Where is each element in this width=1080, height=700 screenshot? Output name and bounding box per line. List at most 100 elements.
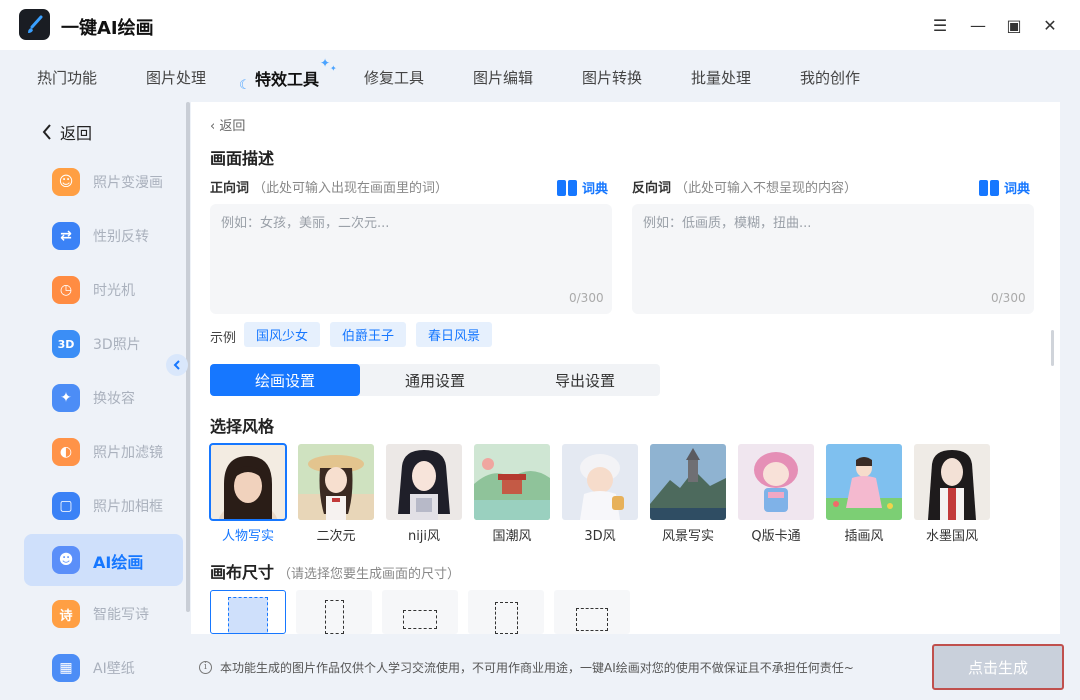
sidebar-item-label: AI绘画 <box>93 553 144 572</box>
style-label: 人物写实 <box>221 529 274 544</box>
sidebar-item-time-machine[interactable]: ◷ 时光机 <box>24 264 183 316</box>
description-title: 画面描述 <box>210 149 275 168</box>
nav-image-processing[interactable]: 图片处理 <box>146 67 206 88</box>
close-icon[interactable]: ✕ <box>1038 13 1062 37</box>
canvas-size-option-wide[interactable] <box>554 590 630 634</box>
style-thumbnail <box>562 444 638 520</box>
settings-tabs: 绘画设置 通用设置 导出设置 <box>210 364 660 396</box>
canvas-size-option-landscape[interactable] <box>382 590 458 634</box>
style-label: 3D风 <box>584 529 616 544</box>
sidebar-item-label: 时光机 <box>93 283 135 299</box>
style-label: 水墨国风 <box>925 529 978 544</box>
example-chip[interactable]: 伯爵王子 <box>330 322 407 347</box>
style-card-anime[interactable]: 二次元 <box>298 444 374 544</box>
positive-prompt-input[interactable] <box>210 204 612 314</box>
tab-export-settings[interactable]: 导出设置 <box>510 364 660 396</box>
generate-button[interactable]: 点击生成 <box>932 644 1064 690</box>
gender-swap-icon: ⇄ <box>52 222 80 250</box>
makeup-icon: ✦ <box>52 384 80 412</box>
tab-general-settings[interactable]: 通用设置 <box>360 364 510 396</box>
style-thumbnail <box>298 444 374 520</box>
positive-dictionary-button[interactable]: 词典 <box>557 178 608 197</box>
sidebar-scrollbar[interactable] <box>186 102 190 612</box>
poem-icon: 诗 <box>52 600 80 628</box>
positive-prompt-label: 正向词 （此处可输入出现在画面里的词） <box>210 177 448 196</box>
negative-dictionary-button[interactable]: 词典 <box>979 178 1030 197</box>
sidebar-back-button[interactable]: 返回 <box>42 120 92 144</box>
sidebar-item-photo-to-cartoon[interactable]: ☺ 照片变漫画 <box>24 156 183 208</box>
book-icon <box>979 179 999 196</box>
app-logo-icon <box>19 9 50 40</box>
nav-image-edit[interactable]: 图片编辑 <box>473 67 533 88</box>
tab-drawing-settings[interactable]: 绘画设置 <box>210 364 360 396</box>
nav-my-creations[interactable]: 我的创作 <box>800 67 860 88</box>
canvas-size-option-tall[interactable] <box>468 590 544 634</box>
dictionary-label: 词典 <box>1004 182 1031 197</box>
style-card-guochao[interactable]: 国潮风 <box>474 444 550 544</box>
nav-hot-features[interactable]: 热门功能 <box>37 67 97 88</box>
style-label: 国潮风 <box>492 529 532 544</box>
filter-icon: ◐ <box>52 438 80 466</box>
canvas-size-option-portrait[interactable] <box>296 590 372 634</box>
cartoon-face-icon: ☺ <box>52 168 80 196</box>
minimize-icon[interactable]: — <box>966 13 990 37</box>
sparkle-small-icon: ✦ <box>330 64 337 73</box>
style-title: 选择风格 <box>210 417 275 436</box>
negative-label-text: 反向词 <box>632 181 672 196</box>
style-thumbnail <box>826 444 902 520</box>
3d-photo-icon: 3D <box>52 330 80 358</box>
frame-icon: ▢ <box>52 492 80 520</box>
sidebar-item-poem[interactable]: 诗 智能写诗 <box>24 588 183 640</box>
style-card-illustration[interactable]: 插画风 <box>826 444 902 544</box>
collapse-sidebar-button[interactable] <box>166 354 188 376</box>
style-card-ink-wash[interactable]: 水墨国风 <box>914 444 990 544</box>
style-thumbnail <box>650 444 726 520</box>
info-icon: i <box>199 661 212 674</box>
nav-repair-tools[interactable]: 修复工具 <box>364 67 424 88</box>
nav-image-convert[interactable]: 图片转换 <box>582 67 642 88</box>
canvas-size-option-square[interactable] <box>210 590 286 634</box>
maximize-icon[interactable]: ▣ <box>1002 13 1026 37</box>
sidebar-item-label: 换妆容 <box>93 391 135 407</box>
sidebar-item-label: 3D照片 <box>93 337 141 353</box>
size-shape <box>495 602 518 634</box>
style-card-3d[interactable]: 3D风 <box>562 444 638 544</box>
chevron-left-icon <box>173 360 180 370</box>
style-card-landscape[interactable]: 风景写实 <box>650 444 726 544</box>
crescent-icon: ☾ <box>239 78 251 93</box>
negative-hint: （此处可输入不想呈现的内容） <box>675 181 858 196</box>
sidebar-item-frame[interactable]: ▢ 照片加相框 <box>24 480 183 532</box>
sidebar-item-makeup[interactable]: ✦ 换妆容 <box>24 372 183 424</box>
main-scrollbar[interactable] <box>1051 330 1054 366</box>
style-thumbnail <box>386 444 462 520</box>
positive-label-text: 正向词 <box>210 181 250 196</box>
sidebar-item-gender-swap[interactable]: ⇄ 性别反转 <box>24 210 183 262</box>
size-shape <box>325 600 344 634</box>
nav-batch-process[interactable]: 批量处理 <box>691 67 751 88</box>
ai-paint-icon: ☻ <box>52 546 80 574</box>
menu-icon[interactable]: ☰ <box>928 13 952 37</box>
sparkle-icon: ✦ <box>320 56 331 70</box>
sidebar-item-filter[interactable]: ◐ 照片加滤镜 <box>24 426 183 478</box>
sidebar-item-wallpaper[interactable]: ▦ AI壁纸 <box>24 642 183 694</box>
inner-back-label: 返回 <box>219 119 246 134</box>
style-card-chibi[interactable]: Q版卡通 <box>738 444 814 544</box>
canvas-size-hint: （请选择您要生成画面的尺寸） <box>278 567 461 582</box>
nav-effects-tools[interactable]: 特效工具 <box>255 66 319 90</box>
sidebar-item-label: 智能写诗 <box>93 607 149 623</box>
example-chip[interactable]: 国风少女 <box>244 322 321 347</box>
sidebar-item-3d-photo[interactable]: 3D 3D照片 <box>24 318 183 370</box>
chevron-left-icon: ‹ <box>210 119 220 134</box>
sidebar-item-ai-paint[interactable]: ☻ AI绘画 <box>24 534 183 586</box>
style-card-niji[interactable]: niji风 <box>386 444 462 544</box>
style-card-realistic-portrait[interactable]: 人物写实 <box>209 443 287 544</box>
style-label: niji风 <box>407 529 441 544</box>
wallpaper-icon: ▦ <box>52 654 80 682</box>
size-shape <box>576 608 608 631</box>
app-title: 一键AI绘画 <box>61 18 154 39</box>
sidebar-back-label: 返回 <box>60 124 93 143</box>
example-chip[interactable]: 春日风景 <box>416 322 493 347</box>
inner-back-link[interactable]: ‹ 返回 <box>210 115 245 134</box>
examples-label: 示例 <box>210 331 237 346</box>
negative-prompt-input[interactable] <box>632 204 1034 314</box>
